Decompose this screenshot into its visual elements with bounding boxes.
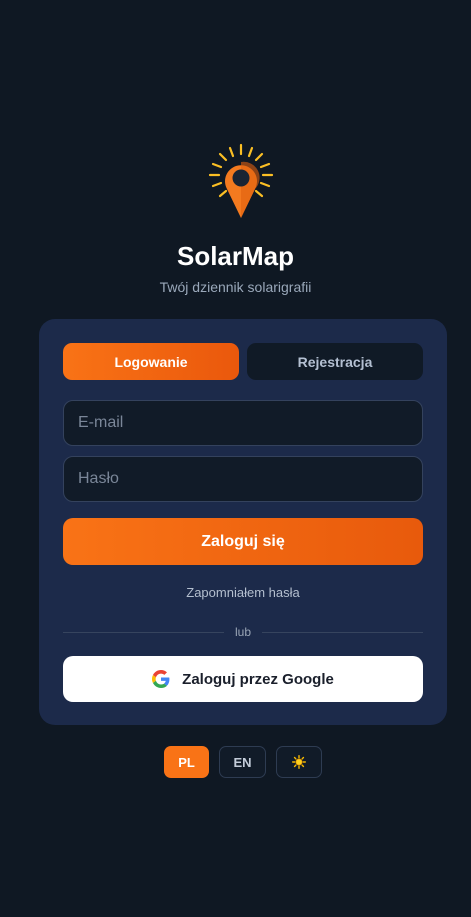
tab-register[interactable]: Rejestracja [247,343,423,380]
divider-line-left [63,632,224,633]
app-subtitle: Twój dziennik solarigrafii [159,279,312,295]
tab-login[interactable]: Logowanie [63,343,239,380]
google-login-label: Zaloguj przez Google [182,670,334,688]
forgot-password-link[interactable]: Zapomniałem hasła [39,585,447,601]
google-icon [152,670,170,688]
theme-toggle-button[interactable] [276,746,322,778]
app-title: SolarMap [176,241,295,271]
password-field[interactable] [63,456,423,502]
language-pl-button[interactable]: PL [164,746,209,778]
divider-line-right [262,632,423,633]
login-button[interactable]: Zaloguj się [63,518,423,565]
divider-label: lub [234,625,251,639]
sun-icon [292,755,306,769]
auth-card: Logowanie Rejestracja Zaloguj się Zapomn… [39,319,447,725]
language-en-button[interactable]: EN [219,746,266,778]
google-login-button[interactable]: Zaloguj przez Google [63,656,423,702]
email-field[interactable] [63,400,423,446]
sun-map-pin-icon [208,143,274,218]
